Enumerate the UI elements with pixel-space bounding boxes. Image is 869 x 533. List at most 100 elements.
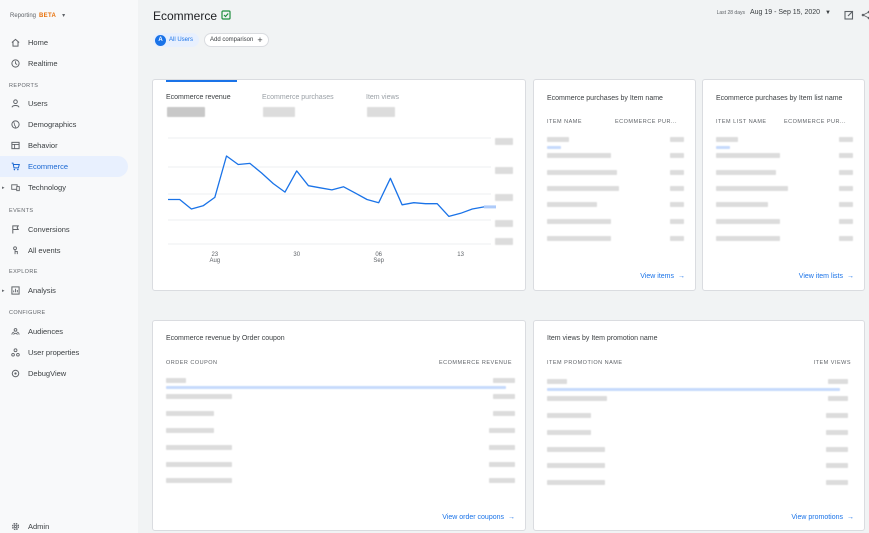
row-bar [547,388,840,391]
row-value [670,202,684,207]
sidebar-item-debugview[interactable]: DebugView [0,363,128,384]
sidebar-item-label: Home [28,38,49,47]
sidebar-item-label: Technology [28,183,66,192]
table-row[interactable] [166,478,232,483]
row-bar [166,386,506,389]
row-value [670,170,684,175]
product-name: Reporting [10,12,37,19]
sidebar-item-user-properties[interactable]: User properties [0,342,128,363]
main-chart-card: Ecommerce revenue Ecommerce purchases It… [152,79,526,291]
table-row[interactable] [166,428,214,433]
sidebar-item-home[interactable]: Home [0,32,128,53]
table-row[interactable] [716,153,780,158]
table-row[interactable] [547,430,591,435]
sidebar-item-users[interactable]: Users [0,93,128,114]
column-header: ECOMMERCE REVENUE [439,360,512,366]
analysis-icon [10,286,20,296]
view-items-link[interactable]: View items → [640,273,685,280]
share-icon[interactable] [860,9,869,20]
sidebar: Reporting BETA ▾ Home Realtime REPORTS U… [0,0,138,533]
row-value [826,430,848,435]
table-row[interactable] [547,186,619,191]
table-row[interactable] [166,394,232,399]
row-value [489,462,515,467]
table-row[interactable] [166,462,232,467]
sidebar-item-label: Demographics [28,120,77,129]
table-row[interactable] [166,411,214,416]
sidebar-item-label: Audiences [28,327,64,336]
card-title: Item views by Item promotion name [547,335,658,342]
edit-report-icon[interactable] [843,9,854,20]
sidebar-item-label: User properties [28,348,80,357]
row-value [828,379,848,384]
table-row[interactable] [547,137,569,142]
view-order-coupons-link[interactable]: View order coupons → [442,514,515,521]
row-value [493,394,515,399]
card-title: Ecommerce revenue by Order coupon [166,335,285,342]
table-row[interactable] [547,219,611,224]
row-value [670,137,684,142]
sidebar-item-behavior[interactable]: Behavior [0,135,128,156]
sidebar-item-conversions[interactable]: Conversions [0,219,128,240]
table-row[interactable] [716,170,776,175]
y-tick-label [495,167,513,174]
table-row[interactable] [716,202,768,207]
sidebar-item-technology[interactable]: ▸ Technology [0,177,128,198]
table-row[interactable] [716,236,780,241]
date-range-picker[interactable]: Last 28 days Aug 19 - Sep 15, 2020 ▼ [717,9,831,16]
table-row[interactable] [716,219,780,224]
x-tick-month: Aug [209,258,220,264]
views-by-promotion-card: Item views by Item promotion name ITEM P… [533,320,865,531]
table-row[interactable] [547,480,605,485]
expand-arrow-icon: ▸ [2,287,5,294]
card-title: Ecommerce purchases by Item list name [716,95,843,102]
table-row[interactable] [547,236,611,241]
sidebar-item-all-events[interactable]: All events [0,240,128,261]
page-title: Ecommerce [153,9,231,23]
table-row[interactable] [547,396,607,401]
row-value [839,236,853,241]
segment-chip-all-users[interactable]: A All Users [153,33,200,47]
sidebar-item-analysis[interactable]: ▸ Analysis [0,280,128,301]
arrow-right-icon: → [678,273,685,280]
bug-icon [10,369,20,379]
table-row[interactable] [716,137,738,142]
x-tick-label: 13 [457,252,464,258]
row-bar [547,146,561,149]
arrow-right-icon: → [847,514,854,521]
sidebar-item-demographics[interactable]: Demographics [0,114,128,135]
table-row[interactable] [166,378,186,383]
add-comparison-button[interactable]: Add comparison + [204,33,269,47]
table-row[interactable] [547,413,591,418]
table-row[interactable] [547,463,605,468]
sidebar-item-label: Admin [28,522,50,531]
revenue-line-chart: 23Aug30 06Sep13 [168,137,496,264]
table-row[interactable] [716,186,788,191]
section-reports: REPORTS [9,83,39,89]
section-events: EVENTS [9,208,34,214]
sidebar-item-admin[interactable]: Admin [0,516,128,533]
row-value [493,411,515,416]
revenue-series-line [168,155,485,218]
sidebar-item-realtime[interactable]: Realtime [0,53,128,74]
property-selector[interactable]: Reporting BETA ▾ [10,12,65,20]
user-properties-icon [10,348,20,358]
column-header: ECOMMERCE PUR... [784,119,847,125]
table-row[interactable] [547,202,597,207]
table-row[interactable] [547,153,611,158]
view-item-lists-link[interactable]: View item lists → [799,273,854,280]
row-value [826,413,848,418]
expand-arrow-icon: ▸ [2,184,5,191]
customize-report-icon[interactable] [221,9,231,23]
sidebar-item-audiences[interactable]: Audiences [0,321,128,342]
table-row[interactable] [547,447,605,452]
sidebar-item-label: Analysis [28,286,56,295]
table-row[interactable] [547,170,617,175]
table-row[interactable] [547,379,567,384]
table-row[interactable] [166,445,232,450]
column-header: ORDER COUPON [166,360,218,366]
sidebar-item-ecommerce[interactable]: Ecommerce [0,156,128,177]
sidebar-item-label: Realtime [28,59,58,68]
column-header: ITEM NAME [547,119,583,125]
view-promotions-link[interactable]: View promotions → [791,514,854,521]
